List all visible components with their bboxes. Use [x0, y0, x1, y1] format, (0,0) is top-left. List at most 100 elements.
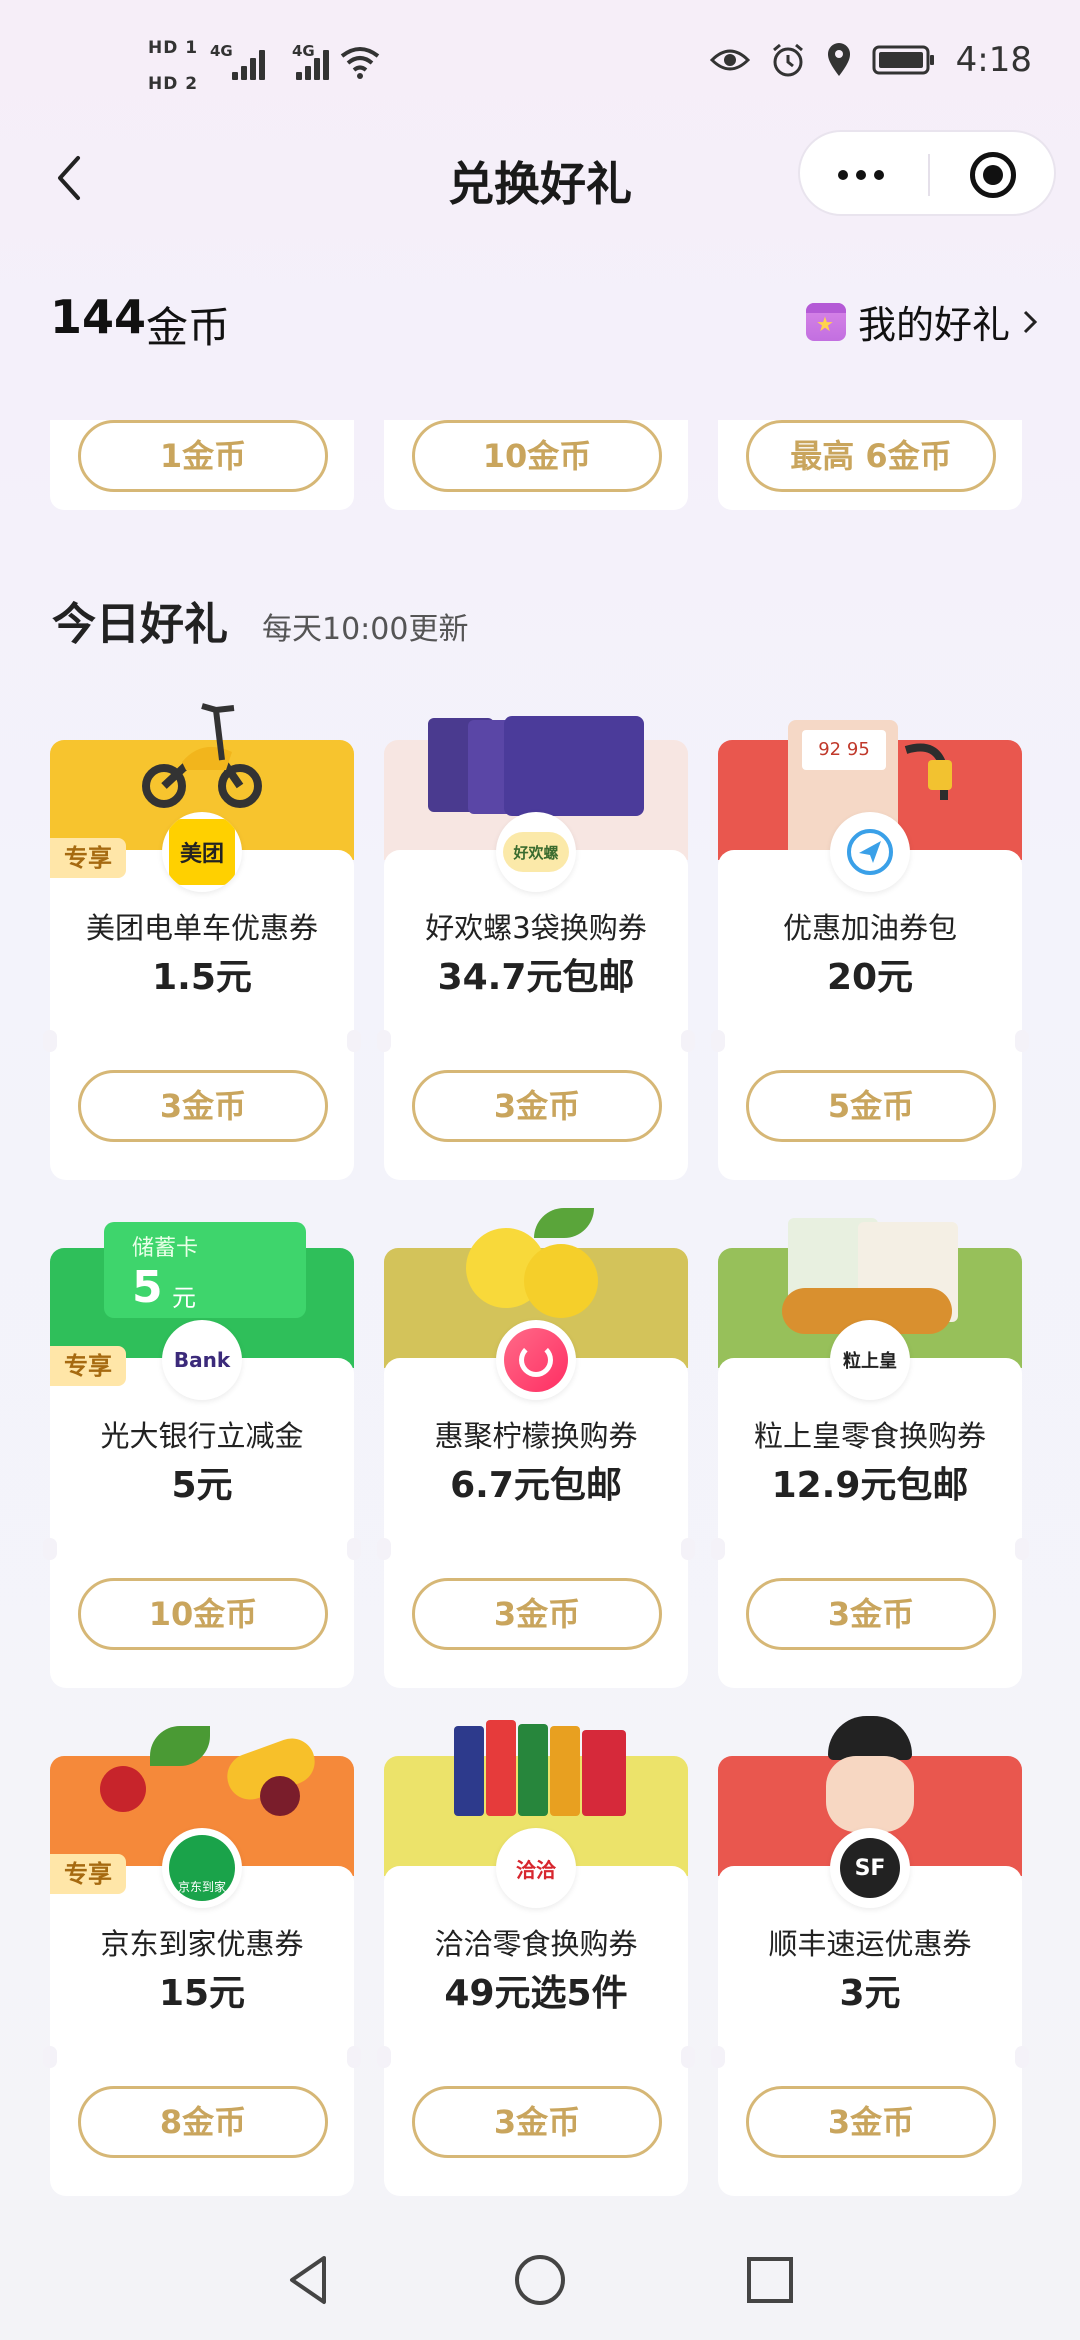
snack-package-image	[486, 1720, 516, 1816]
snack-package-image	[504, 716, 644, 816]
redeem-button[interactable]: 5金币	[746, 1070, 996, 1142]
signal-icon	[296, 48, 330, 80]
product-card[interactable]: 粒上皇零食换购券 12.9元包邮 3金币 粒上皇	[711, 1208, 1029, 1688]
redeem-button[interactable]: 10金币	[412, 420, 662, 492]
section-title: 今日好礼	[52, 599, 228, 650]
card-body: 惠聚柠檬换购券 6.7元包邮 3金币	[377, 1358, 695, 1688]
wifi-icon	[340, 47, 380, 79]
card-notch	[377, 2046, 391, 2068]
lemon-image	[524, 1244, 598, 1318]
partial-card: 最高 6金币	[718, 420, 1022, 510]
brand-badge: 洽洽	[496, 1828, 576, 1908]
redeem-button[interactable]: 1金币	[78, 420, 328, 492]
redeem-button[interactable]: 3金币	[746, 2086, 996, 2158]
more-dots-icon[interactable]	[838, 170, 884, 180]
redeem-button[interactable]: 3金币	[78, 1070, 328, 1142]
coin-unit: 金币	[146, 303, 231, 352]
product-card[interactable]: 京东到家优惠券 15元 8金币 京东到家 专享	[43, 1716, 361, 2196]
brand-badge: SF	[830, 1828, 910, 1908]
brand-badge: 美团	[162, 812, 242, 892]
product-card[interactable]: 洽洽零食换购券 49元选5件 3金币 洽洽	[377, 1716, 695, 2196]
snack-package-image	[518, 1724, 548, 1816]
circle-home-icon[interactable]	[510, 2250, 570, 2310]
card-notch	[377, 1538, 391, 1560]
product-card[interactable]: 顺丰速运优惠券 3元 3金币 SF	[711, 1716, 1029, 2196]
chevron-right-icon	[1023, 310, 1038, 333]
signal-icon	[232, 48, 266, 80]
exclusive-tag: 专享	[50, 838, 126, 878]
redeem-button[interactable]: 3金币	[412, 2086, 662, 2158]
navigation-arrow-icon	[847, 829, 893, 875]
meituan-logo: 美团	[169, 819, 235, 885]
status-bar: HD 1 HD 2 4G 4G 4:18	[0, 0, 1080, 130]
card-notch	[1015, 1538, 1029, 1560]
product-price: 15元	[158, 1973, 246, 2014]
card-notch	[681, 1030, 695, 1052]
redeem-button[interactable]: 8金币	[78, 2086, 328, 2158]
redeem-button[interactable]: 3金币	[412, 1070, 662, 1142]
product-name: 粒上皇零食换购券	[753, 1419, 986, 1453]
product-card[interactable]: 好欢螺3袋换购券 34.7元包邮 3金币 好欢螺	[377, 700, 695, 1180]
tomato-image	[100, 1766, 146, 1812]
sf-logo: SF	[840, 1838, 900, 1898]
product-name: 京东到家优惠券	[100, 1927, 304, 1961]
product-name: 惠聚柠檬换购券	[434, 1419, 638, 1453]
my-gifts-label: 我的好礼	[857, 303, 1010, 347]
card-notch	[711, 1030, 725, 1052]
haohuanluo-logo: 好欢螺	[503, 832, 569, 872]
smile-mark	[519, 1343, 553, 1377]
card-notch	[347, 1538, 361, 1560]
target-icon[interactable]	[970, 152, 1016, 198]
leaf-image	[534, 1208, 594, 1238]
qiaqia-logo: 洽洽	[516, 1857, 556, 1882]
ticket-label: 储蓄卡	[132, 1236, 199, 1261]
brand-badge: 好欢螺	[496, 812, 576, 892]
redeem-button[interactable]: 3金币	[412, 1578, 662, 1650]
product-name: 洽洽零食换购券	[434, 1927, 638, 1961]
coin-count: 144	[50, 290, 147, 344]
redeem-button[interactable]: 10金币	[78, 1578, 328, 1650]
status-time: 4:18	[955, 40, 1032, 80]
brand-badge: 京东到家	[162, 1828, 242, 1908]
product-price: 49元选5件	[444, 1973, 628, 2014]
capsule-divider	[928, 154, 930, 196]
product-card[interactable]: 美团电单车优惠券 1.5元 3金币 美团 专享	[43, 700, 361, 1180]
product-price: 34.7元包邮	[437, 957, 635, 998]
product-card[interactable]: 储蓄卡 5 元 光大银行立减金 5元 10金币 Bank 专享	[43, 1208, 361, 1688]
product-price: 12.9元包邮	[771, 1465, 969, 1506]
card-notch	[711, 1538, 725, 1560]
product-price: 5元	[171, 1465, 233, 1506]
card-notch	[43, 2046, 57, 2068]
triangle-back-icon[interactable]	[280, 2250, 340, 2310]
product-card[interactable]: 惠聚柠檬换购券 6.7元包邮 3金币	[377, 1208, 695, 1688]
redeem-button[interactable]: 3金币	[746, 1578, 996, 1650]
redeem-button[interactable]: 最高 6金币	[746, 420, 996, 492]
my-gifts-link[interactable]: 我的好礼	[805, 294, 1038, 349]
bank-logo: Bank	[173, 1348, 231, 1372]
card-notch	[347, 2046, 361, 2068]
exclusive-tag: 专享	[50, 1854, 126, 1894]
leaf-image	[150, 1726, 210, 1766]
sim2-label: HD 2	[148, 74, 199, 94]
alarm-icon	[772, 43, 803, 77]
card-notch	[681, 2046, 695, 2068]
location-icon	[827, 43, 850, 76]
card-notch	[681, 1538, 695, 1560]
fuel-nozzle-icon	[904, 743, 952, 800]
mascot-face-image	[826, 1756, 914, 1832]
card-body: 好欢螺3袋换购券 34.7元包邮 3金币	[377, 850, 695, 1180]
product-price: 3元	[839, 1973, 901, 2014]
huiju-logo	[504, 1328, 568, 1392]
product-card[interactable]: 92 95 优惠加油券包 20元 5金币	[711, 700, 1029, 1180]
eye-icon	[709, 49, 750, 71]
snack-package-image	[454, 1726, 484, 1816]
card-notch	[43, 1030, 57, 1052]
product-price: 1.5元	[152, 957, 252, 998]
product-name: 光大银行立减金	[100, 1419, 304, 1453]
card-body: 美团电单车优惠券 1.5元 3金币	[43, 850, 361, 1180]
card-notch	[377, 1030, 391, 1052]
product-name: 好欢螺3袋换购券	[425, 911, 647, 945]
product-name: 美团电单车优惠券	[85, 911, 318, 945]
square-recents-icon[interactable]	[740, 2250, 800, 2310]
battery-icon	[872, 45, 934, 75]
